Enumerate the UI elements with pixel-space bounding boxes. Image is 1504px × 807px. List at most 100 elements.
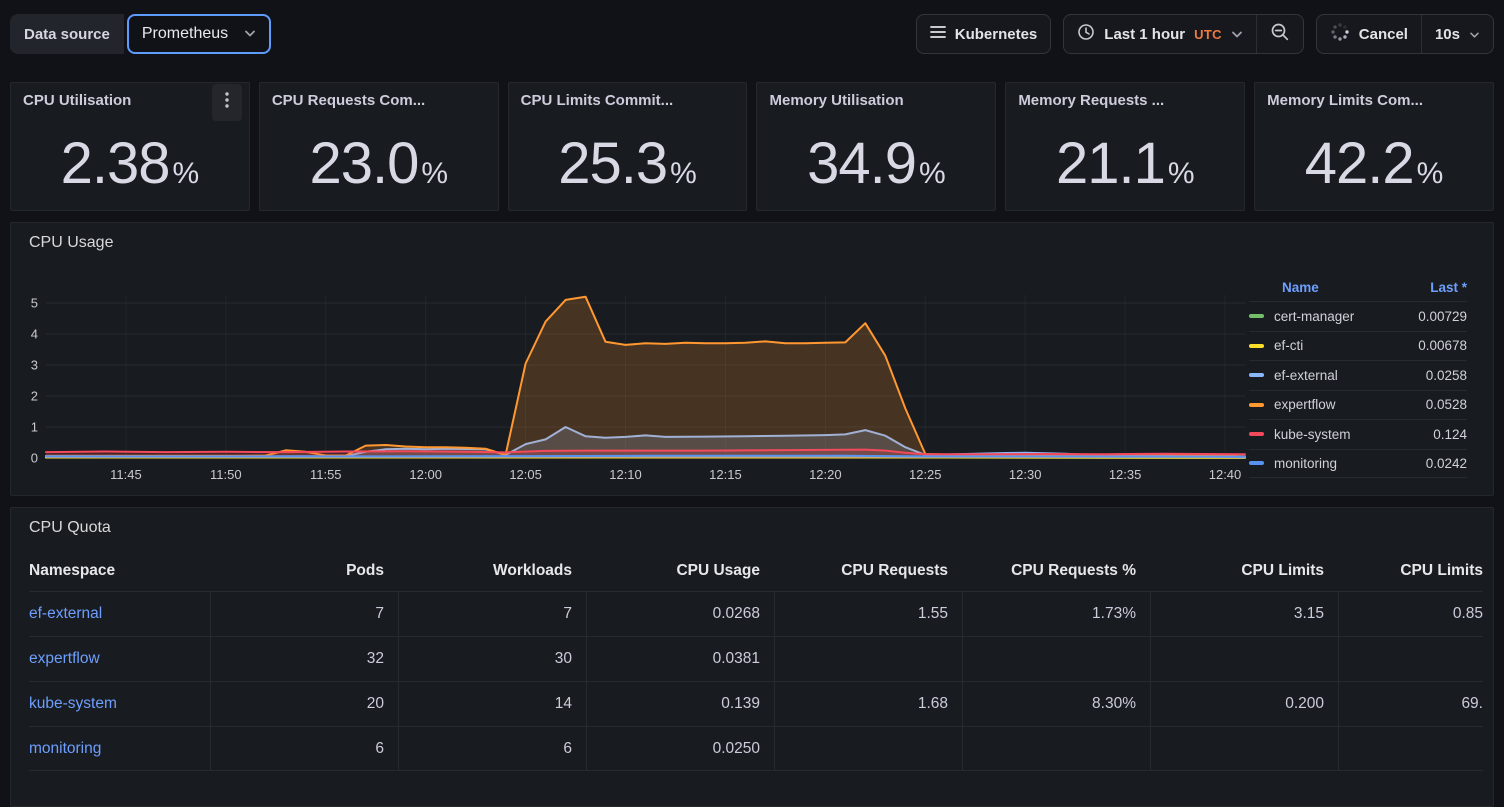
table-cell [1338,727,1483,770]
stat-panel-cpu-limits-commitment: CPU Limits Commit... 25.3% [508,82,748,211]
namespace-link[interactable]: monitoring [29,727,210,770]
time-controls-group: Last 1 hour UTC [1063,14,1303,54]
legend-series-name: ef-external [1274,368,1338,383]
cancel-label: Cancel [1359,26,1408,43]
namespace-link[interactable]: kube-system [29,682,210,726]
dashboard-nav-group: Kubernetes [916,14,1052,54]
table-cell: 6 [210,727,398,770]
namespace-link[interactable]: ef-external [29,592,210,636]
legend-name-header[interactable]: Name [1282,280,1319,295]
stat-panel-cpu-utilisation: CPU Utilisation 2.38% [10,82,250,211]
legend-item-expertflow[interactable]: expertflow 0.0528 [1249,390,1467,420]
svg-text:11:50: 11:50 [210,467,242,482]
stat-value: 42.2 [1305,131,1414,196]
table-cell: 30 [398,637,586,681]
legend-item-ef-external[interactable]: ef-external 0.0258 [1249,360,1467,390]
column-header-cpu-limits[interactable]: CPU Limits [1150,551,1338,591]
chevron-down-icon [1469,26,1480,43]
series-color-swatch [1249,461,1264,465]
column-header-pods[interactable]: Pods [210,551,398,591]
refresh-interval-value: 10s [1435,26,1460,43]
time-range-picker[interactable]: Last 1 hour UTC [1064,15,1255,53]
panel-title: CPU Quota [11,508,1493,537]
table-cell: 0.139 [586,682,774,726]
stat-unit: % [670,157,697,190]
series-color-swatch [1249,344,1264,348]
series-color-swatch [1249,314,1264,318]
table-cell [774,727,962,770]
dashboard-toolbar: Data source Prometheus Kubernetes [0,0,1504,54]
table-cell: 0.85 [1338,592,1483,636]
toolbar-actions: Kubernetes Last 1 hour UTC [916,14,1494,54]
svg-text:12:15: 12:15 [709,467,742,482]
legend-item-kube-system[interactable]: kube-system 0.124 [1249,419,1467,449]
svg-text:12:10: 12:10 [609,467,642,482]
kubernetes-dashboard-button[interactable]: Kubernetes [917,15,1051,53]
column-header-cpu-requests[interactable]: CPU Requests [774,551,962,591]
legend-item-ef-cti[interactable]: ef-cti 0.00678 [1249,331,1467,361]
svg-text:12:00: 12:00 [409,467,442,482]
legend-series-value: 0.124 [1433,427,1467,442]
table-cell: 1.73% [962,592,1150,636]
chevron-down-icon [244,25,256,43]
table-cell: 0.0268 [586,592,774,636]
stat-panel-title: CPU Requests Com... [260,83,498,109]
namespace-link[interactable]: expertflow [29,637,210,681]
column-header-cpu-limits-pct[interactable]: CPU Limits [1338,551,1483,591]
kebab-icon [225,92,229,113]
stat-unit: % [421,157,448,190]
stat-panel-cpu-requests-commitment: CPU Requests Com... 23.0% [259,82,499,211]
legend-item-cert-manager[interactable]: cert-manager 0.00729 [1249,301,1467,331]
legend-series-name: monitoring [1274,456,1337,471]
series-color-swatch [1249,373,1264,377]
refresh-controls-group: Cancel 10s [1316,14,1494,54]
datasource-select[interactable]: Prometheus [127,14,271,54]
svg-text:5: 5 [31,296,38,311]
table-row-expertflow: expertflow 32 30 0.0381 [29,636,1483,681]
svg-text:12:25: 12:25 [909,467,942,482]
panel-menu-button[interactable] [212,84,242,121]
series-color-swatch [1249,432,1264,436]
datasource-value: Prometheus [142,25,228,43]
timezone-label: UTC [1194,27,1222,42]
cpu-usage-chart[interactable]: 01234511:4511:5011:5512:0012:0512:1012:1… [29,275,1259,487]
svg-text:2: 2 [31,389,38,404]
datasource-label: Data source [10,14,124,54]
stat-panel-memory-requests-commitment: Memory Requests ... 21.1% [1005,82,1245,211]
menu-icon [930,25,946,43]
table-cell: 0.200 [1150,682,1338,726]
loading-spinner-icon [1330,22,1350,46]
table-row-monitoring: monitoring 6 6 0.0250 [29,726,1483,771]
svg-text:12:40: 12:40 [1209,467,1242,482]
table-cell: 6 [398,727,586,770]
column-header-cpu-usage[interactable]: CPU Usage [586,551,774,591]
cpu-quota-table: Namespace Pods Workloads CPU Usage CPU R… [29,551,1483,771]
legend-series-value: 0.0242 [1426,456,1467,471]
column-header-cpu-requests-pct[interactable]: CPU Requests % [962,551,1150,591]
svg-text:3: 3 [31,358,38,373]
table-row-kube-system: kube-system 20 14 0.139 1.68 8.30% 0.200… [29,681,1483,726]
kubernetes-button-label: Kubernetes [955,26,1038,43]
svg-text:11:45: 11:45 [110,467,142,482]
table-cell: 3.15 [1150,592,1338,636]
table-cell: 0.0381 [586,637,774,681]
cancel-refresh-button[interactable]: Cancel [1317,15,1421,53]
legend-item-monitoring[interactable]: monitoring 0.0242 [1249,449,1467,479]
legend-series-value: 0.00729 [1418,309,1467,324]
table-cell [1150,637,1338,681]
stat-unit: % [173,157,200,190]
table-cell [1150,727,1338,770]
panel-title: CPU Usage [11,223,1493,252]
zoom-out-button[interactable] [1256,15,1303,53]
column-header-namespace[interactable]: Namespace [29,551,210,591]
stat-value: 21.1 [1056,131,1165,196]
column-header-workloads[interactable]: Workloads [398,551,586,591]
stat-panel-title: Memory Utilisation [757,83,995,109]
stat-panel-title: CPU Limits Commit... [509,83,747,109]
legend-last-header[interactable]: Last * [1430,280,1467,295]
legend-series-value: 0.00678 [1418,338,1467,353]
refresh-interval-dropdown[interactable]: 10s [1421,15,1493,53]
stat-panel-memory-utilisation: Memory Utilisation 34.9% [756,82,996,211]
svg-text:12:35: 12:35 [1109,467,1142,482]
cpu-quota-panel: CPU Quota Namespace Pods Workloads CPU U… [10,507,1494,807]
